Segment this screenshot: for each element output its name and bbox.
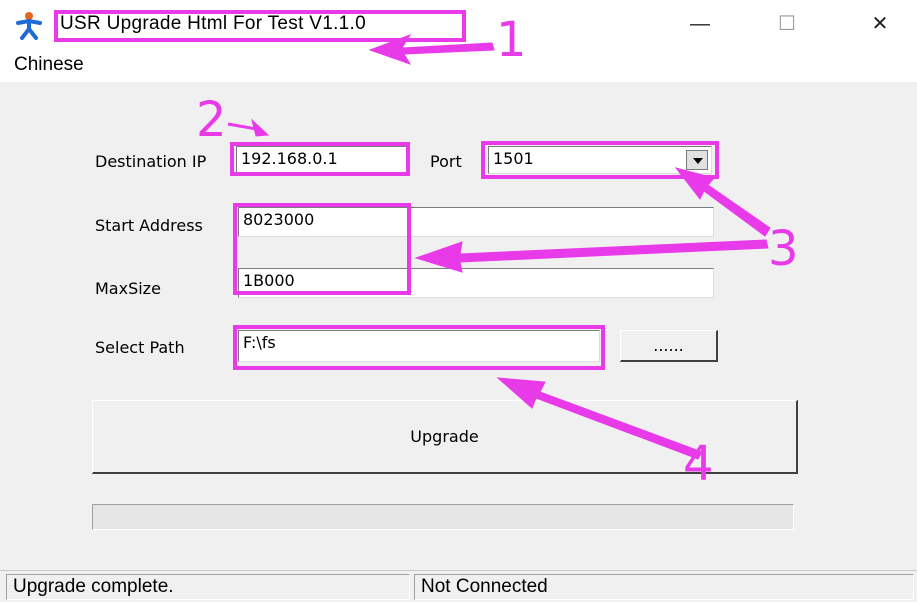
max-size-label: MaxSize (95, 279, 161, 298)
status-message: Upgrade complete. (6, 574, 410, 600)
menu-item-chinese[interactable]: Chinese (14, 54, 84, 76)
annotation-box-address (233, 203, 411, 295)
app-icon (16, 12, 42, 40)
close-button[interactable]: ✕ (855, 8, 905, 40)
destination-ip-label: Destination IP (95, 152, 207, 171)
minimize-button[interactable]: — (675, 8, 725, 40)
maximize-button[interactable]: ☐ (762, 8, 812, 40)
menu-bar: Chinese (0, 48, 917, 82)
select-path-label: Select Path (95, 338, 185, 357)
annotation-number-1: 1 (496, 12, 527, 68)
annotation-box-port (481, 141, 719, 179)
upgrade-progress-bar (92, 504, 794, 530)
annotation-number-3: 3 (768, 221, 799, 277)
start-address-label: Start Address (95, 216, 203, 235)
annotation-box-ip (230, 142, 410, 176)
annotation-box-title (54, 10, 466, 42)
browse-button[interactable]: ...... (620, 330, 718, 362)
annotation-box-path (233, 325, 605, 370)
annotation-number-4: 4 (683, 436, 714, 492)
status-bar: Upgrade complete. Not Connected (0, 570, 917, 602)
port-label: Port (430, 152, 462, 171)
annotation-number-2: 2 (196, 92, 227, 148)
connection-status: Not Connected (414, 574, 914, 600)
